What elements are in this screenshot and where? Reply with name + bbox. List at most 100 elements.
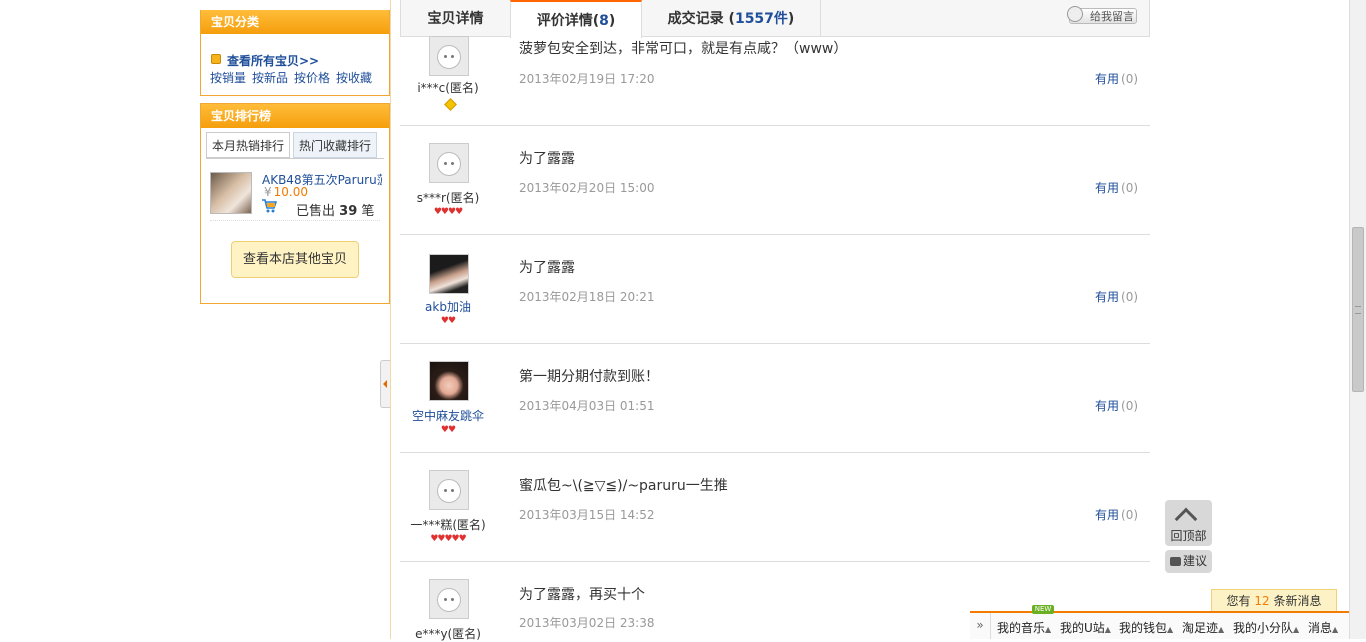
credit-hearts-icon: ♥♥♥♥♥ bbox=[430, 534, 466, 544]
toolbar-item-footprints[interactable]: 淘足迹▲ bbox=[1182, 619, 1224, 636]
sort-by-new-link[interactable]: 按新品 bbox=[252, 71, 288, 85]
review-content: 为了露露 bbox=[519, 260, 575, 276]
ranking-item-thumbnail[interactable] bbox=[210, 172, 252, 214]
new-message-notice[interactable]: 您有 12 条新消息 bbox=[1211, 589, 1337, 613]
footprints-label: 淘足迹 bbox=[1182, 621, 1219, 635]
caret-up-icon: ▲ bbox=[1293, 625, 1300, 634]
useful-label: 有用 bbox=[1095, 72, 1120, 86]
useful-button[interactable]: 有用 (0) bbox=[1095, 179, 1138, 196]
sidebar-collapse-handle[interactable] bbox=[380, 360, 390, 408]
all-items-link[interactable]: 查看所有宝贝>> bbox=[211, 52, 319, 69]
cart-icon[interactable] bbox=[261, 199, 277, 213]
review-content: 为了露露 bbox=[519, 151, 575, 167]
caret-up-icon: ▲ bbox=[1104, 625, 1111, 634]
useful-button[interactable]: 有用 (0) bbox=[1095, 397, 1138, 414]
avatar[interactable] bbox=[429, 36, 469, 76]
diamond-badge-icon bbox=[444, 98, 457, 111]
avatar[interactable] bbox=[429, 579, 469, 619]
sort-by-sales-link[interactable]: 按销量 bbox=[210, 71, 246, 85]
caret-left-icon bbox=[383, 380, 387, 388]
toolbar-item-messages[interactable]: 消息▲ bbox=[1308, 619, 1338, 636]
avatar[interactable] bbox=[429, 254, 469, 294]
useful-count: (0) bbox=[1121, 72, 1139, 86]
ranking-panel: 宝贝排行榜 本月热销排行 热门收藏排行 AKB48第五次Paruru菠 ¥10.0… bbox=[200, 103, 390, 304]
toolbar-item-my-music[interactable]: 我的音乐▲ bbox=[997, 619, 1051, 636]
reviewer-nick: 一***糕(匿名) bbox=[410, 518, 486, 532]
scrollbar-thumb[interactable] bbox=[1352, 227, 1364, 392]
price-value: 10.00 bbox=[273, 185, 308, 199]
reviewer-nick: e***y(匿名) bbox=[415, 627, 481, 641]
toolbar-item-my-team[interactable]: 我的小分队▲ bbox=[1233, 619, 1299, 636]
suggestion-button[interactable]: 建议 bbox=[1165, 550, 1212, 573]
useful-count: (0) bbox=[1121, 181, 1139, 195]
sort-by-price-link[interactable]: 按价格 bbox=[294, 71, 330, 85]
my-team-label: 我的小分队 bbox=[1233, 621, 1294, 635]
caret-up-icon: ▲ bbox=[1167, 625, 1174, 634]
back-to-top-button[interactable]: 回顶部 bbox=[1165, 500, 1212, 546]
all-items-label: 查看所有宝贝>> bbox=[227, 54, 320, 68]
notice-prefix: 您有 bbox=[1226, 594, 1251, 608]
notice-suffix: 条新消息 bbox=[1273, 594, 1322, 608]
review-date: 2013年02月19日 17:20 bbox=[519, 72, 655, 86]
review-item: akb加油 ♥♥ 为了露露 2013年02月18日 20:21 有用 (0) bbox=[400, 234, 1150, 344]
useful-label: 有用 bbox=[1095, 508, 1120, 522]
avatar[interactable] bbox=[429, 143, 469, 183]
review-date: 2013年04月03日 01:51 bbox=[519, 399, 655, 413]
expand-toolbar-icon[interactable]: » bbox=[970, 613, 991, 639]
item-divider bbox=[210, 220, 380, 221]
category-panel: 宝贝分类 查看所有宝贝>> 按销量 按新品 按价格 按收藏 bbox=[200, 10, 390, 96]
reviewer-nick: s***r(匿名) bbox=[416, 191, 480, 205]
back-to-top-label: 回顶部 bbox=[1170, 529, 1207, 543]
sold-count: 已售出 39 笔 bbox=[296, 200, 374, 219]
tab-monthly-bestsellers[interactable]: 本月热销排行 bbox=[206, 132, 291, 158]
useful-count: (0) bbox=[1121, 508, 1139, 522]
caret-up-icon: ▲ bbox=[1218, 625, 1225, 634]
sold-prefix: 已售出 bbox=[296, 204, 336, 219]
toolbar-item-my-ustation[interactable]: 我的U站▲ bbox=[1060, 619, 1111, 636]
useful-label: 有用 bbox=[1095, 290, 1120, 304]
avatar[interactable] bbox=[429, 361, 469, 401]
sold-number: 39 bbox=[339, 204, 358, 219]
useful-count: (0) bbox=[1121, 399, 1139, 413]
column-divider bbox=[390, 0, 391, 639]
my-ustation-label: 我的U站 bbox=[1060, 621, 1105, 635]
useful-count: (0) bbox=[1121, 290, 1139, 304]
reviewer-nick[interactable]: 空中麻友跳伞 bbox=[400, 407, 496, 424]
useful-button[interactable]: 有用 (0) bbox=[1095, 288, 1138, 305]
review-content: 第一期分期付款到账！ bbox=[519, 369, 659, 385]
reviewer-nick: i***c(匿名) bbox=[417, 81, 479, 95]
sort-by-favorites-link[interactable]: 按收藏 bbox=[336, 71, 372, 85]
default-avatar-icon bbox=[437, 152, 461, 176]
review-item: i***c(匿名) 菠萝包安全到达，非常可口，就是有点咸？（www） 2013年… bbox=[400, 16, 1150, 126]
reviewer-nick[interactable]: akb加油 bbox=[400, 298, 496, 315]
review-content: 为了露露，再买十个 bbox=[519, 587, 645, 603]
review-content: 菠萝包安全到达，非常可口，就是有点咸？（www） bbox=[519, 41, 848, 57]
my-wallet-label: 我的钱包 bbox=[1119, 621, 1168, 635]
category-title: 宝贝分类 bbox=[201, 10, 389, 34]
tab-popular-favorites[interactable]: 热门收藏排行 bbox=[293, 132, 378, 158]
ranking-tabs: 本月热销排行 热门收藏排行 bbox=[206, 132, 380, 158]
caret-up-icon: ▲ bbox=[1332, 625, 1339, 634]
useful-button[interactable]: 有用 (0) bbox=[1095, 70, 1138, 87]
new-badge: NEW bbox=[1032, 605, 1054, 614]
my-music-label: 我的音乐 bbox=[997, 621, 1046, 635]
default-avatar-icon bbox=[437, 45, 461, 69]
default-avatar-icon bbox=[437, 588, 461, 612]
messages-label: 消息 bbox=[1308, 621, 1333, 635]
toolbar-item-my-wallet[interactable]: 我的钱包▲ bbox=[1119, 619, 1173, 636]
credit-hearts-icon: ♥♥ bbox=[440, 425, 456, 435]
review-content: 蜜瓜包~\(≧▽≦)/~paruru一生推 bbox=[519, 478, 728, 494]
useful-label: 有用 bbox=[1095, 181, 1120, 195]
currency-symbol: ¥ bbox=[264, 185, 272, 199]
credit-hearts-icon: ♥♥ bbox=[440, 316, 456, 326]
credit-hearts-icon: ♥♥♥♥ bbox=[433, 207, 463, 217]
suggestion-label: 建议 bbox=[1182, 554, 1207, 568]
avatar[interactable] bbox=[429, 470, 469, 510]
review-item: 空中麻友跳伞 ♥♥ 第一期分期付款到账！ 2013年04月03日 01:51 有… bbox=[400, 343, 1150, 453]
vertical-scrollbar[interactable] bbox=[1349, 0, 1366, 639]
bottom-toolbar: » 我的音乐▲ 我的U站▲ 我的钱包▲ 淘足迹▲ 我的小分队▲ 消息▲ bbox=[970, 611, 1349, 639]
useful-button[interactable]: 有用 (0) bbox=[1095, 506, 1138, 523]
review-date: 2013年02月18日 20:21 bbox=[519, 290, 655, 304]
view-more-items-button[interactable]: 查看本店其他宝贝 bbox=[231, 241, 359, 278]
ranking-title: 宝贝排行榜 bbox=[201, 104, 389, 128]
